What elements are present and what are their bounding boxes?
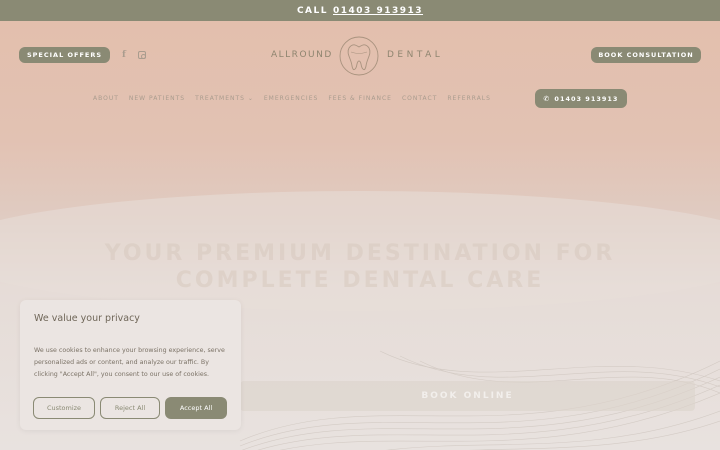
hero-headline-line-1: YOUR PREMIUM DESTINATION FOR <box>104 241 616 266</box>
customize-button[interactable]: Customize <box>33 397 95 419</box>
nav-item-new-patients[interactable]: NEW PATIENTS <box>129 95 185 102</box>
cookie-consent-dialog: We value your privacy We use cookies to … <box>20 300 241 430</box>
book-consultation-button[interactable]: BOOK CONSULTATION <box>591 47 701 63</box>
top-phone-link[interactable]: 01403 913913 <box>333 6 423 16</box>
top-call-bar: CALL 01403 913913 <box>0 0 720 21</box>
call-label: CALL <box>296 5 328 16</box>
nav-item-contact[interactable]: CONTACT <box>402 95 437 102</box>
tooth-logo-icon[interactable] <box>337 34 381 78</box>
nav-item-emergencies[interactable]: EMERGENCIES <box>264 95 318 102</box>
special-offers-button[interactable]: SPECIAL OFFERS <box>19 47 110 63</box>
cookie-buttons: Customize Reject All Accept All <box>33 397 227 419</box>
nav-item-about[interactable]: ABOUT <box>93 95 119 102</box>
phone-icon: ✆ <box>543 94 551 103</box>
cookie-title: We value your privacy <box>34 313 140 324</box>
nav-phone-label: 01403 913913 <box>554 94 619 103</box>
instagram-icon[interactable] <box>138 51 146 59</box>
logo-text-left: ALLROUND <box>271 50 333 60</box>
facebook-icon[interactable]: f <box>122 50 126 60</box>
logo-text-right: DENTAL <box>387 50 444 60</box>
nav-phone-button[interactable]: ✆ 01403 913913 <box>535 89 627 108</box>
accept-all-button[interactable]: Accept All <box>165 397 227 419</box>
cookie-text: We use cookies to enhance your browsing … <box>34 347 225 378</box>
book-online-button[interactable]: BOOK ONLINE <box>240 381 695 411</box>
nav-item-referrals[interactable]: REFERRALS <box>447 95 491 102</box>
reject-all-button[interactable]: Reject All <box>100 397 160 419</box>
nav-item-fees-finance[interactable]: FEES & FINANCE <box>328 95 392 102</box>
nav-item-treatments[interactable]: TREATMENTS ⌄ <box>195 95 254 102</box>
hero-headline-line-2: COMPLETE DENTAL CARE <box>175 268 545 293</box>
main-nav: ABOUT NEW PATIENTS TREATMENTS ⌄ EMERGENC… <box>93 95 491 102</box>
